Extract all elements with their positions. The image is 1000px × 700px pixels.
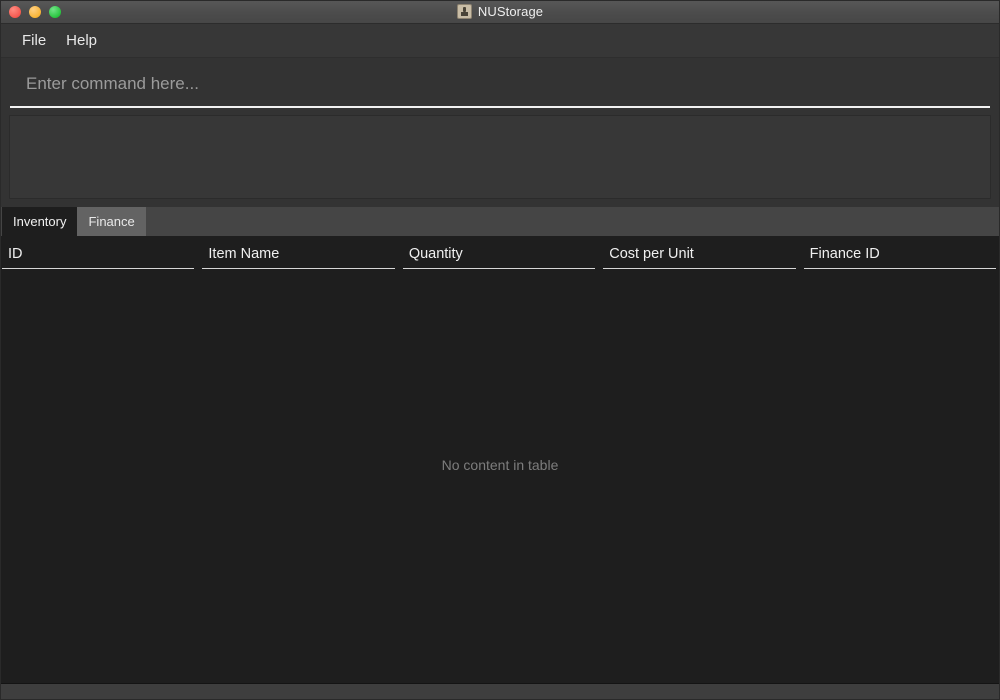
table-body: No content in table <box>0 269 1000 683</box>
command-input-underline <box>10 68 990 108</box>
menu-bar: File Help <box>0 24 1000 58</box>
result-display-text <box>10 116 990 128</box>
window-footer <box>0 684 1000 700</box>
column-header-finance-id[interactable]: Finance ID <box>803 240 997 269</box>
command-input-area <box>0 58 1000 108</box>
column-header-id[interactable]: ID <box>2 240 195 269</box>
column-header-item-name[interactable]: Item Name <box>202 240 395 269</box>
application-window: NUStorage File Help Inventory Finance ID… <box>0 0 1000 700</box>
result-display-box[interactable] <box>9 115 991 199</box>
inventory-table-panel: ID Item Name Quantity Cost per Unit Fina… <box>0 236 1000 684</box>
menu-item-help[interactable]: Help <box>56 29 107 52</box>
minimize-window-button[interactable] <box>29 5 41 18</box>
maximize-window-button[interactable] <box>49 5 61 18</box>
app-box-icon <box>456 4 472 19</box>
column-header-quantity[interactable]: Quantity <box>402 240 596 269</box>
menu-item-file[interactable]: File <box>12 29 56 52</box>
window-controls <box>0 5 61 18</box>
close-window-button[interactable] <box>9 5 21 18</box>
table-header-row: ID Item Name Quantity Cost per Unit Fina… <box>0 236 1000 269</box>
tab-finance[interactable]: Finance <box>77 207 146 236</box>
tab-inventory[interactable]: Inventory <box>2 207 78 236</box>
window-title: NUStorage <box>477 4 544 19</box>
command-input[interactable] <box>10 68 990 98</box>
result-display-area <box>0 108 1000 207</box>
tab-bar: Inventory Finance <box>0 207 1000 236</box>
table-empty-placeholder: No content in table <box>441 457 559 473</box>
title-bar-center: NUStorage <box>0 0 1000 23</box>
title-bar: NUStorage <box>0 0 1000 24</box>
column-header-cost-per-unit[interactable]: Cost per Unit <box>603 240 796 269</box>
